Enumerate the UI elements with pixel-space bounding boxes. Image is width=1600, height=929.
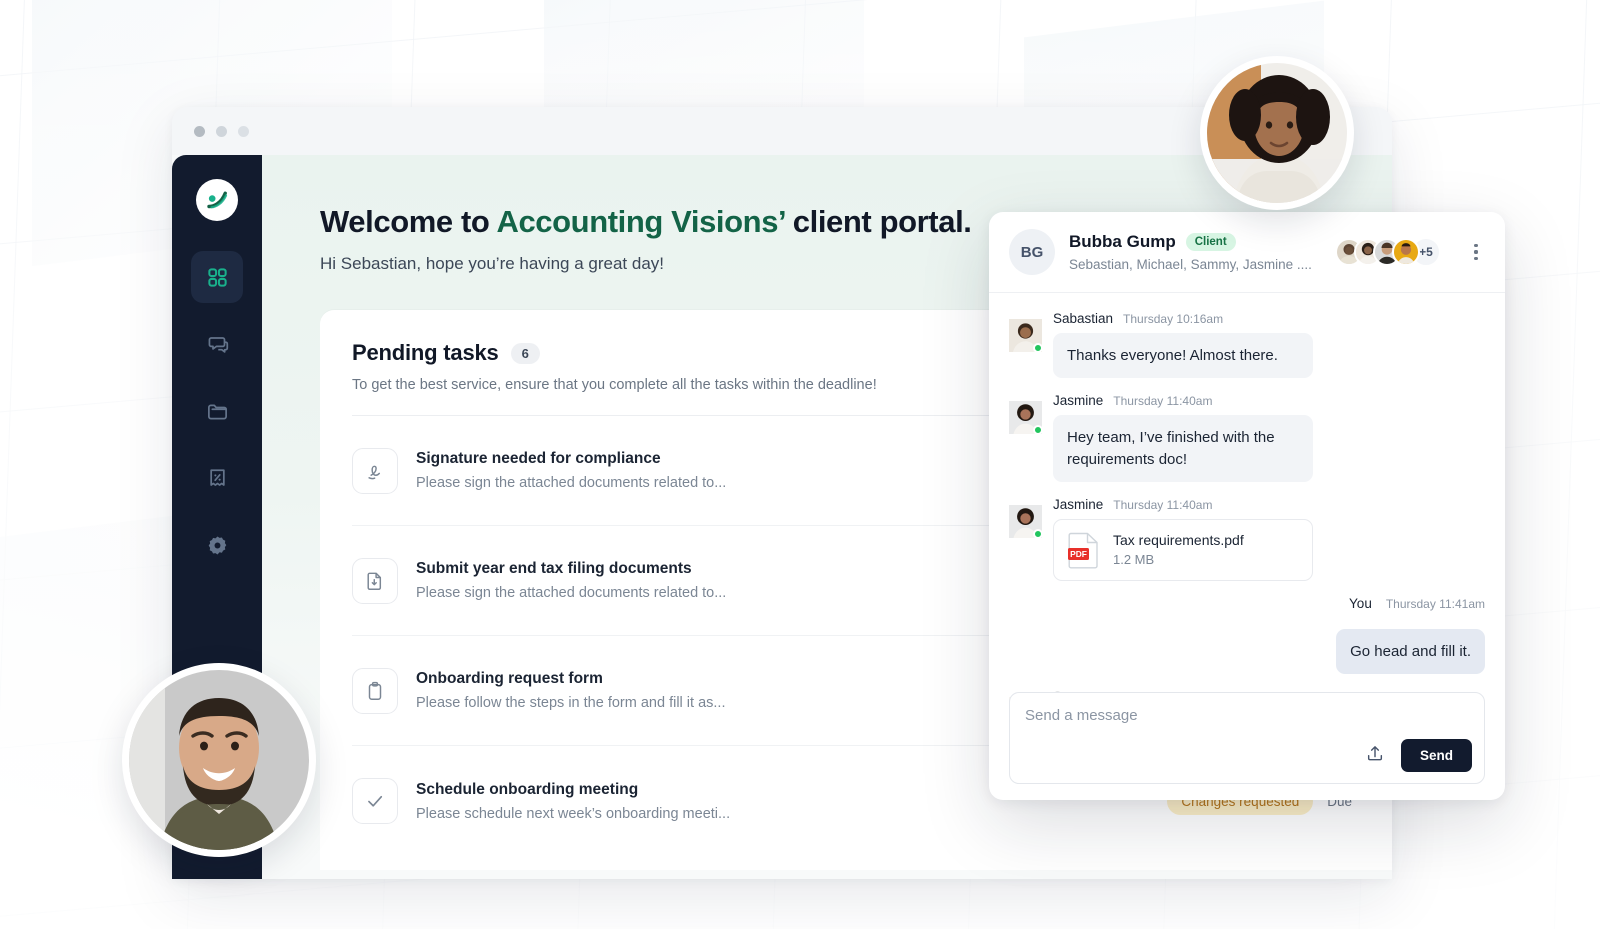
avatar (1009, 319, 1043, 353)
welcome-prefix: Welcome to (320, 204, 497, 239)
kebab-dot (1474, 256, 1478, 260)
message-meta: You Thursday 11:41am (1349, 596, 1485, 611)
task-icon-container (352, 778, 398, 825)
message-bubble: Hey team, I’ve finished with the require… (1053, 415, 1313, 482)
message-body: Jasmine Thursday 11:40am Hey team, I’ve … (1053, 393, 1485, 482)
chat-participants: Sebastian, Michael, Sammy, Jasmine .... (1069, 257, 1312, 272)
avatar (1009, 401, 1043, 436)
file-size: 1.2 MB (1113, 552, 1155, 568)
list-item: Sabastian Thursday 10:16am Thanks everyo… (1009, 311, 1485, 379)
task-icon-container (352, 557, 398, 604)
message-input[interactable] (1025, 707, 1469, 724)
message-bubble: Thanks everyone! Almost there. (1053, 333, 1313, 379)
avatar-stack[interactable]: +5 (1335, 237, 1441, 267)
check-icon (368, 796, 383, 807)
message-meta: Sabastian Thursday 10:16am (1053, 311, 1485, 326)
file-attachment-card[interactable]: PDF Tax requirements.pdf 1.2 MB (1053, 518, 1313, 581)
grid-dashboard-icon (207, 267, 227, 287)
file-download-icon (367, 572, 382, 590)
brand-logo-icon[interactable] (196, 179, 238, 221)
kebab-menu-icon[interactable] (1465, 237, 1487, 267)
kebab-dot (1474, 250, 1478, 254)
message-timestamp: Thursday 11:41am (1385, 596, 1485, 611)
chat-contact-name: Bubba Gump (1069, 232, 1176, 251)
list-item: Jasmine Thursday 11:40am PDF Tax require… (1009, 497, 1485, 581)
signature-icon (368, 465, 381, 479)
sidebar-item-billing[interactable] (191, 452, 243, 504)
sidebar-item-dashboard[interactable] (191, 251, 243, 303)
folder-icon (207, 404, 227, 419)
chat-header: BG Bubba Gump Client Sebastian, Michael,… (989, 212, 1505, 293)
sidebar-item-settings[interactable] (191, 519, 243, 571)
avatar (1009, 504, 1043, 539)
svg-text:PDF: PDF (1070, 549, 1087, 559)
floating-portrait-bottom-left (122, 663, 316, 857)
window-close-button[interactable] (194, 125, 205, 137)
kebab-dot (1474, 244, 1478, 248)
message-author: Jasmine (1053, 496, 1104, 512)
pdf-file-icon: PDF (1068, 532, 1098, 569)
message-bubble: Go head and fill it. (1336, 628, 1485, 675)
pending-tasks-title: Pending tasks (352, 340, 499, 366)
portrait-photo (129, 670, 309, 850)
window-minimize-button[interactable] (216, 125, 227, 137)
brand-name: Accounting Visions’ (496, 204, 785, 239)
avatar-photo (1394, 240, 1418, 264)
send-button[interactable]: Send (1400, 739, 1472, 772)
chat-panel: BG Bubba Gump Client Sebastian, Michael,… (989, 212, 1505, 800)
chat-identity: Bubba Gump Client Sebastian, Michael, Sa… (1069, 232, 1321, 272)
message-author: Jasmine (1053, 393, 1104, 409)
message-author: Sabastian (1053, 311, 1114, 326)
message-timestamp: Thursday 11:40am (1113, 394, 1213, 409)
task-icon-container (352, 667, 398, 714)
window-maximize-button[interactable] (238, 125, 249, 137)
message-meta: Jasmine Thursday 11:40am (1053, 497, 1485, 512)
message-timestamp: Thursday 11:40am (1113, 497, 1213, 512)
message-body: Jasmine Thursday 11:40am PDF Tax require… (1053, 497, 1485, 581)
message-meta: Jasmine Thursday 11:40am (1053, 393, 1485, 408)
welcome-suffix: client portal. (784, 204, 972, 239)
online-indicator (1033, 343, 1043, 353)
avatar (1392, 238, 1420, 266)
portrait-photo (1207, 63, 1347, 203)
clipboard-icon (368, 681, 382, 700)
file-name: Tax requirements.pdf (1113, 532, 1244, 549)
avatar: BG (1009, 229, 1055, 275)
task-icon-container (352, 447, 398, 494)
list-item: Jasmine Thursday 11:40am Hey team, I’ve … (1009, 393, 1485, 482)
task-description: Please schedule next week’s onboarding m… (416, 805, 731, 822)
list-item: You Thursday 11:41am Go head and fill it… (1009, 596, 1485, 675)
chat-name-row: Bubba Gump Client (1069, 232, 1321, 252)
message-body: Sabastian Thursday 10:16am Thanks everyo… (1053, 311, 1485, 379)
status-badge: Client (1185, 233, 1236, 251)
file-info: Tax requirements.pdf 1.2 MB (1113, 532, 1244, 567)
receipt-percent-icon (209, 468, 225, 486)
upload-icon[interactable] (1365, 743, 1385, 768)
sidebar-item-messages[interactable] (191, 318, 243, 370)
sidebar-item-files[interactable] (191, 385, 243, 437)
message-author: You (1349, 595, 1372, 611)
composer-actions: Send (1365, 739, 1472, 772)
online-indicator (1033, 528, 1043, 539)
chat-composer: Send (1009, 692, 1485, 784)
chat-bubbles-icon (208, 336, 228, 353)
message-timestamp: Thursday 10:16am (1123, 312, 1224, 326)
gear-icon (208, 535, 226, 555)
floating-portrait-top-right (1200, 56, 1354, 210)
pending-tasks-count-badge: 6 (510, 342, 540, 364)
